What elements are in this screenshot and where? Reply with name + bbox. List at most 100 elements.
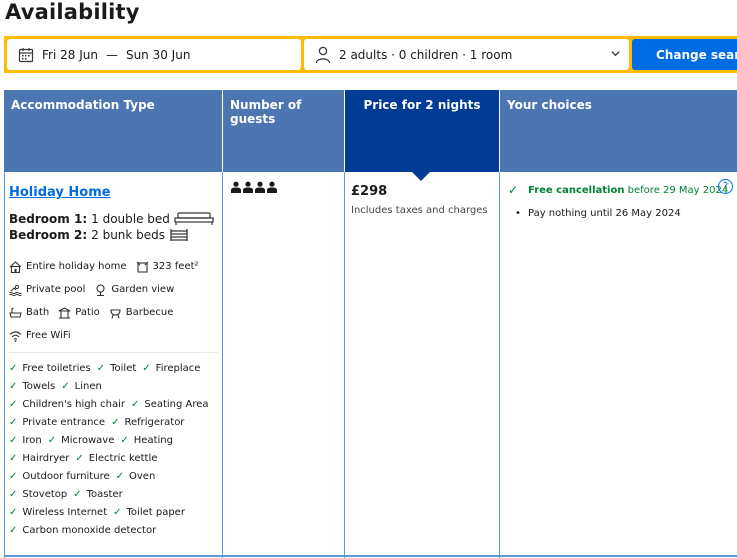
- guests-selector[interactable]: 2 adults · 0 children · 1 room: [304, 39, 629, 70]
- facility: Private pool: [9, 284, 85, 296]
- check-icon: ✓: [113, 506, 122, 518]
- free-cancellation: ✓ Free cancellation before 29 May 2024: [508, 182, 729, 199]
- pay-nothing: • Pay nothing until 26 May 2024: [508, 205, 729, 222]
- facility-label: Private pool: [26, 284, 86, 295]
- check-icon: ✓: [47, 434, 57, 446]
- price-amount: £298: [351, 184, 388, 199]
- amenity-label: Microwave: [61, 434, 115, 446]
- amenity-label: Linen: [74, 380, 102, 392]
- person-icon: [267, 181, 277, 193]
- payment-text: Pay nothing until 26 May 2024: [528, 208, 681, 219]
- amenity: ✓ Carbon monoxide detector: [9, 525, 156, 536]
- check-icon: ✓: [61, 380, 70, 392]
- amenity-label: Seating Area: [144, 398, 209, 410]
- check-icon: ✓: [75, 452, 84, 464]
- room-name-link[interactable]: Holiday Home: [9, 185, 111, 200]
- facility: Barbecue: [109, 307, 173, 319]
- check-icon: ✓: [120, 434, 129, 446]
- bunk-bed-icon: [170, 229, 188, 241]
- check-icon: ✓: [9, 398, 18, 410]
- facility: 323 feet²: [136, 261, 199, 273]
- check-icon: ✓: [142, 362, 151, 374]
- barbecue-icon: [110, 308, 121, 319]
- amenity-row: ✓ Wireless Internet ✓ Toilet paper: [9, 503, 218, 521]
- date-picker[interactable]: Fri 28 Jun — Sun 30 Jun: [7, 39, 301, 70]
- patio-icon: [58, 306, 71, 319]
- header-your-choices: Your choices: [500, 90, 737, 172]
- pool-icon: [9, 284, 22, 296]
- amenity-label: Free toiletries: [22, 362, 91, 374]
- check-icon: ✓: [73, 488, 82, 500]
- checkin-date: Fri 28 Jun: [42, 47, 98, 62]
- amenity-label: Toilet: [110, 362, 137, 374]
- tree-icon: [96, 283, 105, 296]
- amenity-row: ✓ Carbon monoxide detector: [9, 521, 218, 539]
- facility: Free WiFi: [9, 330, 71, 342]
- table-bottom-border: [4, 555, 737, 557]
- facility-label: Bath: [26, 307, 50, 318]
- amenity-row: ✓ Hairdryer ✓ Electric kettle: [9, 449, 218, 467]
- amenity: ✓ Iron: [9, 435, 42, 446]
- facility-label: Entire holiday home: [26, 261, 127, 272]
- check-icon: ✓: [130, 398, 140, 410]
- amenity-row: ✓ Outdoor furniture ✓ Oven: [9, 467, 218, 485]
- facility-row: Private pool Garden view: [9, 278, 218, 301]
- amenity: ✓ Private entrance: [9, 417, 105, 428]
- check-icon: ✓: [9, 506, 18, 518]
- facility-row: Free WiFi: [9, 324, 218, 347]
- amenity-label: Private entrance: [22, 416, 106, 428]
- amenity-label: Heating: [133, 434, 173, 446]
- header-number-of-guests: Number of guests: [223, 90, 344, 172]
- facility-label: Patio: [75, 307, 100, 318]
- check-icon: ✓: [508, 183, 519, 197]
- facility-label: Garden view: [111, 284, 175, 295]
- cancellation-text: Free cancellation before 29 May 2024: [528, 182, 728, 199]
- amenity: ✓ Wireless Internet: [9, 507, 107, 518]
- amenity: ✓ Oven: [116, 471, 156, 482]
- amenity-row: ✓ Private entrance ✓ Refrigerator: [9, 413, 218, 431]
- check-icon: ✓: [111, 416, 120, 428]
- amenity: ✓ Toilet paper: [113, 507, 185, 518]
- person-icon: [243, 181, 253, 193]
- price-note: Includes taxes and charges: [351, 205, 488, 216]
- check-icon: ✓: [115, 470, 124, 482]
- guest-capacity: [230, 181, 278, 193]
- bedroom-label: Bedroom 2:: [9, 228, 88, 242]
- checkout-date: Sun 30 Jun: [125, 47, 191, 62]
- amenities-list: ✓ Free toiletries ✓ Toilet ✓ Fireplace ✓ Towels…: [9, 359, 218, 539]
- check-icon: ✓: [9, 524, 18, 536]
- amenity-label: Iron: [22, 434, 42, 446]
- change-search-button[interactable]: Change search: [632, 39, 737, 70]
- header-price[interactable]: Price for 2 nights: [345, 90, 499, 172]
- double-bed-icon: [174, 212, 214, 225]
- search-bar: Fri 28 Jun — Sun 30 Jun 2 adults · 0 chi…: [4, 36, 737, 73]
- amenity: ✓ Outdoor furniture: [9, 471, 110, 482]
- amenity: ✓ Microwave: [48, 435, 115, 446]
- facility-label: Free WiFi: [26, 330, 71, 341]
- amenity-label: Refrigerator: [124, 416, 185, 428]
- amenity-label: Hairdryer: [22, 452, 70, 464]
- amenity-label: Towels: [22, 380, 56, 392]
- amenity-label: Outdoor furniture: [22, 470, 110, 482]
- guests-summary: 2 adults · 0 children · 1 room: [339, 47, 513, 62]
- amenity: ✓ Heating: [120, 435, 173, 446]
- amenity-label: Children's high chair: [22, 398, 125, 410]
- amenity: ✓ Stovetop: [9, 489, 67, 500]
- bedroom-value: 2 bunk beds: [91, 228, 166, 242]
- facility-row: Bath Patio Barbecue: [9, 301, 218, 324]
- choices-cell: ? ✓ Free cancellation before 29 May 2024…: [500, 172, 737, 558]
- amenity: ✓ Free toiletries: [9, 363, 91, 374]
- check-icon: ✓: [9, 380, 18, 392]
- facility: Garden view: [94, 283, 175, 296]
- area-icon: [136, 261, 148, 273]
- amenity: ✓ Linen: [61, 381, 102, 392]
- bedroom-label: Bedroom 1:: [9, 212, 88, 226]
- check-icon: ✓: [9, 362, 18, 374]
- house-icon: [9, 260, 22, 273]
- amenity: ✓ Towels: [9, 381, 55, 392]
- guests-cell: [223, 172, 345, 558]
- amenity-label: Fireplace: [155, 362, 201, 374]
- facility: Entire holiday home: [9, 260, 127, 273]
- question-icon[interactable]: ?: [718, 179, 733, 194]
- amenity: ✓ Electric kettle: [75, 453, 157, 464]
